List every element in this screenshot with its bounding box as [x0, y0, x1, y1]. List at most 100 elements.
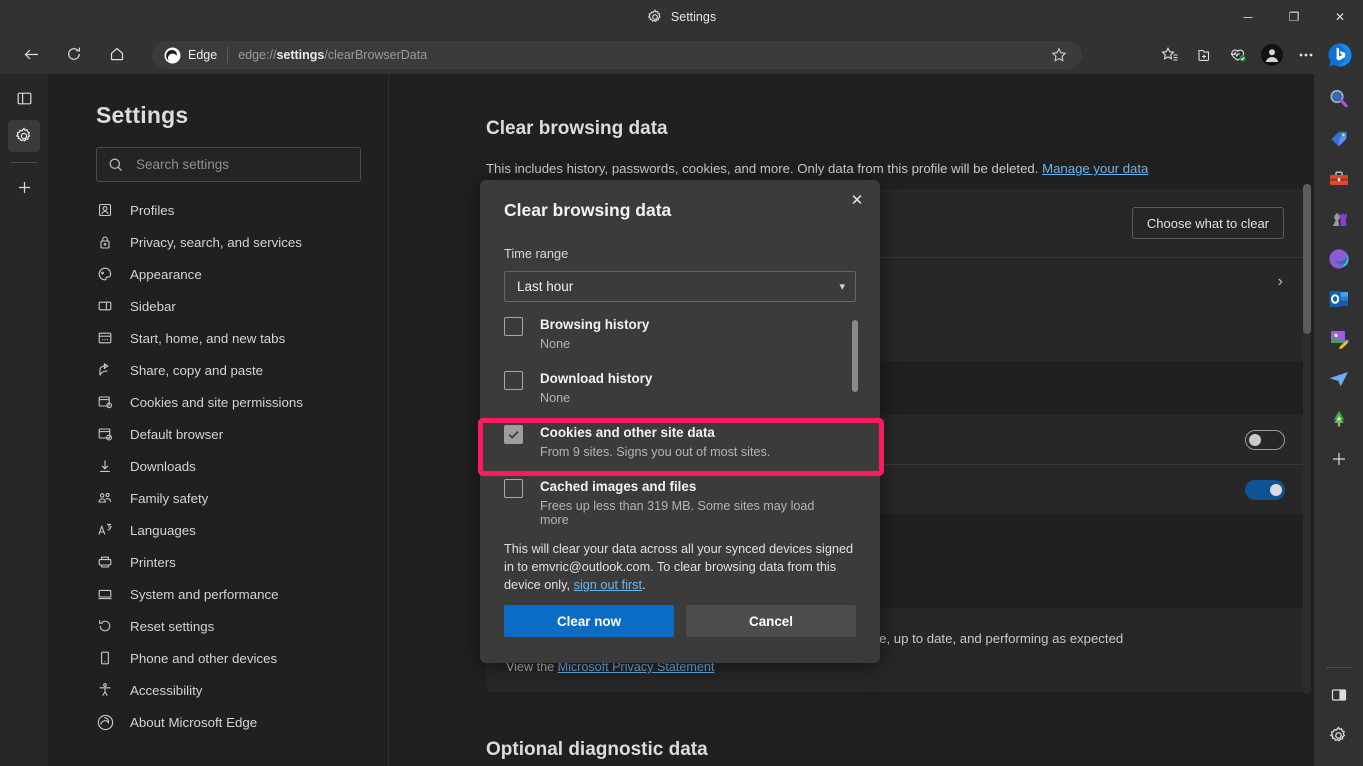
sidebar-item-reset-settings[interactable]: Reset settings	[78, 610, 378, 642]
browsing-history-checkbox[interactable]	[504, 317, 523, 336]
cookies-and-other-site-data-row[interactable]: Cookies and other site data From 9 sites…	[504, 423, 834, 459]
collections-icon[interactable]	[1189, 40, 1219, 70]
sidebar-item-family-safety[interactable]: Family safety	[78, 482, 378, 514]
browsing-history-row[interactable]: Browsing history None	[504, 315, 834, 351]
page-scrollbar-thumb[interactable]	[1303, 184, 1311, 334]
download-history-checkbox[interactable]	[504, 371, 523, 390]
payment-methods-toggle[interactable]	[1245, 480, 1285, 500]
reset-arrow-icon	[96, 617, 114, 635]
clear-now-button[interactable]: Clear now	[504, 605, 674, 637]
dialog-title: Clear browsing data	[504, 200, 671, 221]
manage-your-data-link[interactable]: Manage your data	[1042, 161, 1148, 176]
sidebar-panel-icon	[96, 297, 114, 315]
search-input[interactable]	[136, 157, 336, 172]
browser-essentials-icon[interactable]	[1223, 40, 1253, 70]
cached-images-and-files-row[interactable]: Cached images and files Frees up less th…	[504, 477, 834, 527]
dialog-scrollbar-thumb[interactable]	[852, 320, 858, 392]
profile-avatar[interactable]	[1257, 40, 1287, 70]
sidebar-item-label: Start, home, and new tabs	[130, 331, 285, 346]
toggle-knob	[1249, 434, 1261, 446]
drop-send-icon[interactable]	[1322, 362, 1356, 396]
sidebar-item-system-and-performance[interactable]: System and performance	[78, 578, 378, 610]
sign-out-first-link[interactable]: sign out first	[574, 578, 642, 592]
do-not-track-toggle[interactable]	[1245, 430, 1285, 450]
outlook-icon[interactable]	[1322, 282, 1356, 316]
reload-icon[interactable]	[57, 39, 91, 69]
sidebar-item-languages[interactable]: Languages	[78, 514, 378, 546]
download-history-text: Download history None	[540, 369, 652, 405]
toggle-knob	[1270, 484, 1282, 496]
time-range-value: Last hour	[517, 279, 573, 294]
edge-logo-icon	[96, 713, 114, 731]
sidebar-item-start-home-new-tabs[interactable]: Start, home, and new tabs	[78, 322, 378, 354]
tools-app-icon[interactable]	[1322, 162, 1356, 196]
description-text: This includes history, passwords, cookie…	[486, 161, 1042, 176]
browsing-history-text: Browsing history None	[540, 315, 649, 351]
add-icon[interactable]	[8, 171, 40, 203]
close-icon[interactable]: ✕	[842, 186, 872, 214]
time-range-select[interactable]: Last hour ▾	[504, 271, 856, 302]
close-window-button[interactable]: ✕	[1317, 0, 1363, 34]
more-options-icon[interactable]	[1291, 40, 1321, 70]
settings-sidebar: Settings Profiles	[48, 74, 389, 766]
browser-tab-settings[interactable]: Settings	[647, 9, 716, 25]
cancel-button[interactable]: Cancel	[686, 605, 856, 637]
games-app-icon[interactable]	[1322, 202, 1356, 236]
toolbar-icons	[1155, 39, 1355, 71]
sidebar-item-downloads[interactable]: Downloads	[78, 450, 378, 482]
split-screen-icon[interactable]	[1322, 678, 1356, 712]
sidebar-item-accessibility[interactable]: Accessibility	[78, 674, 378, 706]
microsoft-365-icon[interactable]	[1322, 242, 1356, 276]
sidebar-item-default-browser[interactable]: Default browser	[78, 418, 378, 450]
sidebar-item-share-copy-paste[interactable]: Share, copy and paste	[78, 354, 378, 386]
cookies-permissions-icon	[96, 393, 114, 411]
data-type-checklist: Browsing history None Download history N…	[480, 315, 880, 515]
download-arrow-icon	[96, 457, 114, 475]
cookies-and-other-site-data-checkbox[interactable]	[504, 425, 523, 444]
navigation-toolbar: Edge edge://settings/clearBrowserData	[0, 34, 1363, 74]
sidebar-item-appearance[interactable]: Appearance	[78, 258, 378, 290]
address-bar-url: edge://settings/clearBrowserData	[238, 48, 427, 62]
address-bar[interactable]: Edge edge://settings/clearBrowserData	[152, 41, 1082, 69]
languages-icon	[96, 521, 114, 539]
sidebar-item-label: Default browser	[130, 427, 223, 442]
tab-actions-icon[interactable]	[8, 82, 40, 114]
tree-app-icon[interactable]	[1322, 402, 1356, 436]
settings-gear-icon[interactable]	[8, 120, 40, 152]
sidebar-item-label: Reset settings	[130, 619, 214, 634]
cached-images-text: Cached images and files Frees up less th…	[540, 477, 834, 527]
star-icon[interactable]	[1046, 43, 1072, 67]
chevron-right-icon[interactable]: ›	[1278, 273, 1283, 291]
favorites-icon[interactable]	[1155, 40, 1185, 70]
page-scrollbar[interactable]	[1303, 184, 1311, 694]
cached-images-and-files-checkbox[interactable]	[504, 479, 523, 498]
minimize-button[interactable]: ─	[1225, 0, 1271, 34]
search-settings-box[interactable]	[96, 147, 361, 182]
sidebar-item-about-microsoft-edge[interactable]: About Microsoft Edge	[78, 706, 378, 738]
sync-note-text-a: This will clear your data across all you…	[504, 542, 853, 592]
choose-what-to-clear-button[interactable]: Choose what to clear	[1132, 207, 1284, 239]
sidebar-settings-gear-icon[interactable]	[1322, 718, 1356, 752]
home-icon[interactable]	[100, 39, 134, 69]
search-app-icon[interactable]	[1322, 82, 1356, 116]
sidebar-item-phone-and-other-devices[interactable]: Phone and other devices	[78, 642, 378, 674]
sidebar-item-privacy-search-services[interactable]: Privacy, search, and services	[78, 226, 378, 258]
maximize-button[interactable]: ❐	[1271, 0, 1317, 34]
page-title: Settings	[96, 102, 188, 129]
rail-divider	[11, 162, 37, 163]
image-creator-icon[interactable]	[1322, 322, 1356, 356]
sidebar-item-sidebar[interactable]: Sidebar	[78, 290, 378, 322]
address-bar-brand-label: Edge	[188, 48, 217, 62]
gear-icon	[647, 9, 663, 25]
option-label: Browsing history	[540, 315, 649, 334]
add-app-icon[interactable]	[1322, 442, 1356, 476]
back-arrow-icon[interactable]	[14, 39, 48, 69]
shopping-tag-icon[interactable]	[1322, 122, 1356, 156]
option-label: Cached images and files	[540, 477, 834, 496]
bing-copilot-icon[interactable]	[1325, 40, 1355, 70]
optional-diagnostic-data-heading: Optional diagnostic data	[486, 739, 708, 761]
sidebar-item-printers[interactable]: Printers	[78, 546, 378, 578]
sidebar-item-cookies-and-site-permissions[interactable]: Cookies and site permissions	[78, 386, 378, 418]
download-history-row[interactable]: Download history None	[504, 369, 834, 405]
sidebar-item-profiles[interactable]: Profiles	[78, 194, 378, 226]
